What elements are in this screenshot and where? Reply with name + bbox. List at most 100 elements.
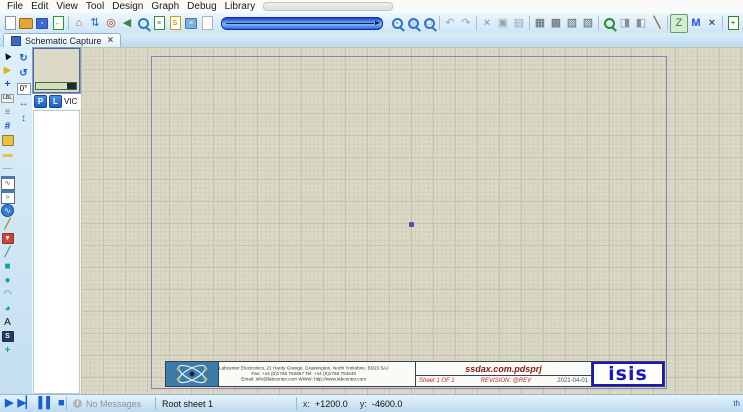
search-and-tag-icon[interactable]: M <box>688 15 704 32</box>
graph-mode-icon[interactable]: ∿ <box>1 176 15 189</box>
2d-arc-icon[interactable]: ◠ <box>1 288 15 301</box>
tab-bar: Schematic Capture × <box>0 33 743 48</box>
zoom-area-icon[interactable] <box>405 15 421 32</box>
menu-debug[interactable]: Debug <box>183 0 220 13</box>
menu-tool[interactable]: Tool <box>82 0 108 13</box>
device-tools-group: ◨◧╲ <box>601 15 665 32</box>
rotate-anticlockwise-button[interactable]: ↺ <box>17 67 31 80</box>
menu-library[interactable]: Library <box>221 0 260 13</box>
block-copy-icon[interactable]: ▦ <box>532 15 548 32</box>
paste-icon[interactable]: ▤ <box>511 15 527 32</box>
flip-horizontal-button[interactable]: ↔ <box>17 97 31 110</box>
2d-text-icon[interactable]: A <box>1 316 15 329</box>
step-button[interactable]: ▶▏ <box>17 398 34 409</box>
simulation-card-icon[interactable]: ≡ <box>183 15 199 32</box>
save-project-icon[interactable]: ▫ <box>34 15 50 32</box>
2d-path-icon[interactable]: ◕ <box>1 302 15 315</box>
x-coordinate-value: +1200.0 <box>315 399 348 409</box>
menu-edit[interactable]: Edit <box>27 0 52 13</box>
home-page-icon[interactable]: ⌂ <box>71 15 87 32</box>
make-device-icon[interactable]: ◨ <box>617 15 633 32</box>
design-explorer-icon[interactable] <box>135 15 151 32</box>
block-toolbar-group: ▦▩▧▨ <box>532 15 596 32</box>
junction-dot-mode-icon[interactable]: + <box>1 78 15 91</box>
menu-design[interactable]: Design <box>108 0 147 13</box>
toolbar-separator <box>476 16 477 30</box>
3d-visualizer-app-icon[interactable]: ◀ <box>119 15 135 32</box>
zoom-slider[interactable] <box>221 17 383 30</box>
wire-autorouter-icon[interactable]: Z <box>670 14 688 33</box>
overview-window[interactable] <box>33 48 80 93</box>
zoom-out-icon[interactable]: - <box>389 15 405 32</box>
menu-file[interactable]: File <box>3 0 27 13</box>
pick-device-button[interactable]: P <box>34 95 47 108</box>
schematic-capture-app-icon[interactable]: ⇅ <box>87 15 103 32</box>
zoom-page-icon[interactable]: □ <box>421 15 437 32</box>
copy-icon[interactable]: ▣ <box>495 15 511 32</box>
block-move-icon[interactable]: ▩ <box>548 15 564 32</box>
schematic-canvas[interactable]: Labcenter Electronics, 21 Hardy Grange, … <box>81 47 743 395</box>
tab-schematic-capture[interactable]: Schematic Capture × <box>3 33 121 47</box>
2d-box-icon[interactable]: ■ <box>1 260 15 273</box>
tab-close-icon[interactable]: × <box>108 36 114 46</box>
menu-graph[interactable]: Graph <box>147 0 183 13</box>
2d-circle-icon[interactable]: ● <box>1 274 15 287</box>
text-script-mode-icon[interactable]: ≡ <box>1 106 15 119</box>
app-toolbar-group: ⌂⇅◎◀ ≡S≡ <box>71 15 215 32</box>
rotate-clockwise-button[interactable]: ↻ <box>17 52 31 65</box>
sheet-tools-group: +×↓╱ <box>725 15 743 32</box>
undo-icon[interactable]: ↶ <box>442 15 458 32</box>
status-bar: ▶▶▏▌▌■ i No Messages Root sheet 1 x: +12… <box>0 394 743 412</box>
labcenter-atom-logo <box>166 362 219 386</box>
overview-viewport[interactable] <box>35 82 77 90</box>
2d-symbol-icon[interactable]: S <box>1 330 15 343</box>
date-label: 2021-04-01 <box>557 378 588 384</box>
title-block: Labcenter Electronics, 21 Hardy Grange, … <box>165 361 665 387</box>
stop-button[interactable]: ■ <box>58 398 65 409</box>
pcb-layout-app-icon[interactable]: ◎ <box>103 15 119 32</box>
generator-mode-icon[interactable]: ∿ <box>1 204 15 217</box>
subcircuit-mode-icon[interactable] <box>1 134 15 147</box>
decompose-icon[interactable]: ╲ <box>649 15 665 32</box>
cut-icon[interactable]: × <box>479 15 495 32</box>
packaging-tool-icon[interactable]: ◧ <box>633 15 649 32</box>
device-pins-mode-icon[interactable]: ― <box>1 162 15 175</box>
pick-parts-icon[interactable] <box>601 15 617 32</box>
2d-marker-icon[interactable]: + <box>1 344 15 357</box>
flip-vertical-button[interactable]: ↕ <box>17 112 31 125</box>
current-probe-mode-icon[interactable]: ▾ <box>1 232 15 245</box>
library-button[interactable]: L <box>49 95 62 108</box>
isis-logo-text: isis <box>608 365 648 384</box>
play-button[interactable]: ▶ <box>5 398 13 409</box>
property-assignment-icon[interactable]: × <box>704 15 720 32</box>
address-line-2: Fax: +44 (0)1756 752857 Tel: +44 (0)1756… <box>219 371 390 376</box>
new-sheet-icon[interactable]: + <box>725 15 741 32</box>
sheet-meta-row: Sheet 1 OF 1 REVISION: @REV 2021-04-01 <box>416 376 591 386</box>
toolbar-separator <box>722 16 723 30</box>
new-project-icon[interactable] <box>2 15 18 32</box>
menu-view[interactable]: View <box>52 0 82 13</box>
block-delete-icon[interactable]: ▨ <box>580 15 596 32</box>
pause-button[interactable]: ▌▌ <box>38 398 54 409</box>
2d-line-icon[interactable]: ╱ <box>1 246 15 259</box>
wire-label-mode-icon[interactable]: LBL <box>1 92 15 105</box>
rotation-angle-field[interactable]: 0° <box>17 82 31 95</box>
voltage-probe-mode-icon[interactable]: ╱ <box>1 218 15 231</box>
message-info-icon: i <box>73 399 82 408</box>
simulation-controls: ▶ ▶▏ ▌▌ ■ <box>0 398 66 409</box>
bill-of-materials-icon[interactable]: ≡ <box>151 15 167 32</box>
device-list[interactable] <box>33 110 80 394</box>
component-mode-icon[interactable]: ▶ <box>1 64 15 77</box>
terminals-mode-icon[interactable]: ▬ <box>1 148 15 161</box>
source-code-icon[interactable]: S <box>167 15 183 32</box>
blank-page-icon[interactable] <box>199 15 215 32</box>
block-rotate-icon[interactable]: ▧ <box>564 15 580 32</box>
redo-icon[interactable]: ↷ <box>458 15 474 32</box>
toolbar-separator <box>529 16 530 30</box>
open-project-icon[interactable] <box>18 15 34 32</box>
close-project-icon[interactable]: ← <box>50 15 66 32</box>
tape-recorder-mode-icon[interactable]: » <box>1 190 15 203</box>
selection-mode-icon[interactable]: ▲ <box>1 50 15 63</box>
clipboard-toolbar-group: ×▣▤ <box>479 15 527 32</box>
buses-mode-icon[interactable]: # <box>1 120 15 133</box>
